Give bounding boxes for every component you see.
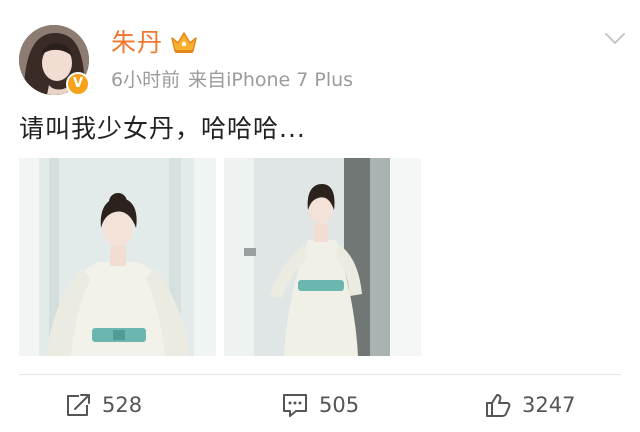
like-button[interactable]: 3247 bbox=[484, 390, 575, 420]
comment-count: 505 bbox=[319, 393, 360, 417]
repost-button[interactable]: 528 bbox=[64, 390, 142, 420]
comment-button[interactable]: 505 bbox=[281, 390, 359, 420]
post-photo[interactable] bbox=[19, 158, 216, 356]
post-photo[interactable] bbox=[224, 158, 421, 356]
weibo-post-card: V 朱丹 6小时前来自iPhone 7 Plus 请叫我少女丹，哈哈哈... bbox=[0, 0, 640, 432]
chevron-down-icon[interactable] bbox=[603, 31, 627, 47]
username[interactable]: 朱丹 bbox=[111, 28, 163, 58]
post-source[interactable]: 来自iPhone 7 Plus bbox=[188, 69, 353, 91]
post-text: 请叫我少女丹，哈哈哈... bbox=[19, 114, 306, 143]
comment-icon bbox=[283, 394, 307, 417]
repost-icon bbox=[67, 394, 90, 416]
verified-badge: V bbox=[66, 72, 90, 96]
like-count: 3247 bbox=[522, 393, 576, 417]
repost-count: 528 bbox=[102, 393, 143, 417]
post-meta: 6小时前 来自iPhone 7 Plus bbox=[111, 68, 353, 92]
thumbs-up-icon bbox=[486, 394, 511, 417]
divider bbox=[19, 374, 621, 375]
crown-icon[interactable] bbox=[170, 29, 198, 55]
post-time: 6小时前 bbox=[111, 69, 181, 91]
